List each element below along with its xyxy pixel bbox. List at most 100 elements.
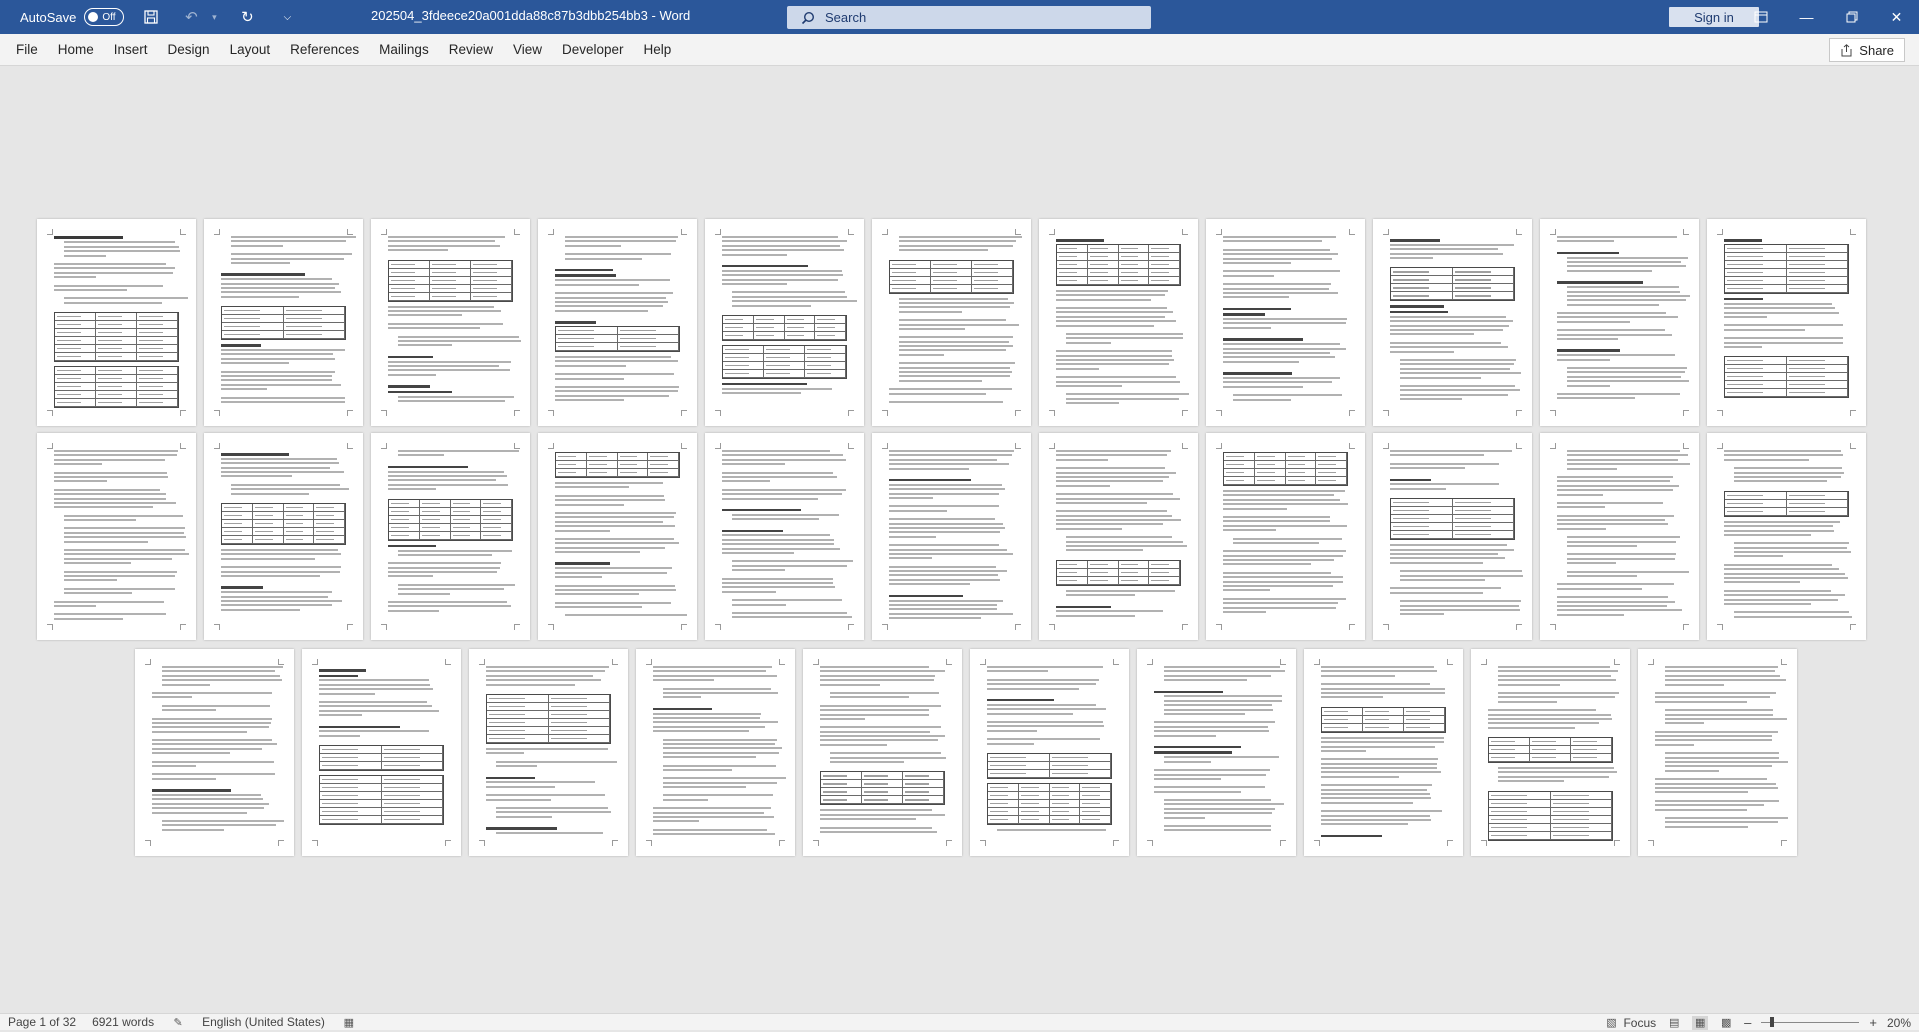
zoom-slider-thumb[interactable] [1770, 1017, 1775, 1027]
text-line [820, 679, 934, 682]
text-line [653, 679, 714, 682]
tab-references[interactable]: References [280, 34, 369, 66]
restore-icon[interactable] [1829, 0, 1874, 34]
tab-layout[interactable]: Layout [220, 34, 281, 66]
language[interactable]: English (United States) [194, 1014, 333, 1031]
document-page[interactable] [636, 649, 795, 856]
text-line [722, 236, 839, 238]
autosave-toggle[interactable]: Off [84, 8, 125, 26]
document-page[interactable] [371, 219, 530, 426]
document-page[interactable] [204, 433, 363, 640]
print-layout-icon[interactable]: ▦ [1692, 1015, 1709, 1030]
document-page[interactable] [1206, 219, 1365, 426]
tab-insert[interactable]: Insert [104, 34, 158, 66]
ribbon-display-options-icon[interactable] [1738, 0, 1784, 34]
tab-design[interactable]: Design [158, 34, 220, 66]
search-box[interactable]: Search [787, 6, 1151, 29]
document-page[interactable] [1039, 433, 1198, 640]
document-page[interactable] [538, 433, 697, 640]
document-page[interactable] [705, 433, 864, 640]
text-line [722, 538, 835, 541]
document-page[interactable] [1206, 433, 1365, 640]
page-margin-mark [548, 410, 554, 416]
accessibility-icon[interactable]: ▦ [333, 1014, 365, 1031]
document-page[interactable] [705, 219, 864, 426]
text-line [1154, 786, 1265, 789]
undo-icon[interactable]: ↶ [178, 4, 204, 30]
focus-label[interactable]: Focus [1623, 1016, 1656, 1030]
tab-file[interactable]: File [6, 34, 48, 66]
document-page[interactable] [1638, 649, 1797, 856]
page-count[interactable]: Page 1 of 32 [0, 1014, 84, 1031]
text-line [1223, 524, 1347, 527]
tab-help[interactable]: Help [634, 34, 682, 66]
table-cell [862, 780, 903, 789]
document-page[interactable] [803, 649, 962, 856]
focus-icon[interactable]: ▧ [1603, 1016, 1619, 1030]
table-cell [55, 337, 96, 346]
table-cell [1049, 783, 1081, 792]
word-count[interactable]: 6921 words [84, 1014, 162, 1031]
tab-mailings[interactable]: Mailings [369, 34, 439, 66]
document-page[interactable] [872, 433, 1031, 640]
zoom-out-icon[interactable]: – [1744, 1015, 1751, 1030]
text-line [1056, 480, 1163, 483]
table-cell [1080, 791, 1111, 800]
table-cell [252, 520, 284, 529]
document-page[interactable] [872, 219, 1031, 426]
document-page[interactable] [970, 649, 1129, 856]
page-margin-mark [1015, 443, 1021, 449]
zoom-level[interactable]: 20% [1887, 1016, 1911, 1030]
page-content [889, 236, 1023, 409]
read-mode-icon[interactable]: ▤ [1666, 1016, 1682, 1030]
document-page[interactable] [1471, 649, 1630, 856]
text-line [1557, 600, 1676, 603]
web-layout-icon[interactable]: ▩ [1718, 1016, 1734, 1030]
customize-toolbar-icon[interactable]: ⌵ [274, 4, 300, 30]
undo-dropdown-icon[interactable]: ▾ [208, 4, 220, 30]
document-page[interactable] [1707, 433, 1866, 640]
document-canvas[interactable] [0, 66, 1919, 1013]
document-page[interactable] [1540, 433, 1699, 640]
document-page[interactable] [1707, 219, 1866, 426]
proofing-icon[interactable]: ✎ [162, 1014, 194, 1031]
document-page[interactable] [1137, 649, 1296, 856]
tab-developer[interactable]: Developer [552, 34, 634, 66]
share-button[interactable]: Share [1829, 38, 1905, 62]
save-icon[interactable] [138, 4, 164, 30]
close-icon[interactable]: ✕ [1874, 0, 1919, 34]
minimize-icon[interactable]: — [1784, 0, 1829, 34]
text-line [221, 370, 336, 373]
text-line [1223, 585, 1334, 588]
document-page[interactable] [135, 649, 294, 856]
table-cell [1363, 707, 1404, 716]
zoom-slider[interactable] [1761, 1017, 1860, 1027]
document-page[interactable] [37, 433, 196, 640]
table-cell [314, 536, 345, 545]
document-page[interactable] [204, 219, 363, 426]
document-page[interactable] [371, 433, 530, 640]
text-line [1321, 814, 1431, 817]
text-line [221, 549, 339, 552]
text-line [722, 497, 818, 500]
document-page[interactable] [1039, 219, 1198, 426]
document-page[interactable] [469, 649, 628, 856]
table-cell [1018, 807, 1050, 816]
document-page[interactable] [37, 219, 196, 426]
document-page[interactable] [1373, 219, 1532, 426]
zoom-in-icon[interactable]: + [1869, 1015, 1877, 1030]
document-page[interactable] [1304, 649, 1463, 856]
document-page[interactable] [1373, 433, 1532, 640]
text-line [1056, 294, 1166, 297]
document-page[interactable] [1540, 219, 1699, 426]
document-page[interactable] [302, 649, 461, 856]
title-bar: AutoSave Off ↶ ▾ ↻ ⌵ 202504_3fdeece20a00… [0, 0, 1919, 34]
document-page[interactable] [538, 219, 697, 426]
tab-home[interactable]: Home [48, 34, 104, 66]
redo-icon[interactable]: ↻ [234, 4, 260, 30]
text-line [1223, 589, 1270, 592]
tab-review[interactable]: Review [439, 34, 503, 66]
tab-view[interactable]: View [503, 34, 552, 66]
